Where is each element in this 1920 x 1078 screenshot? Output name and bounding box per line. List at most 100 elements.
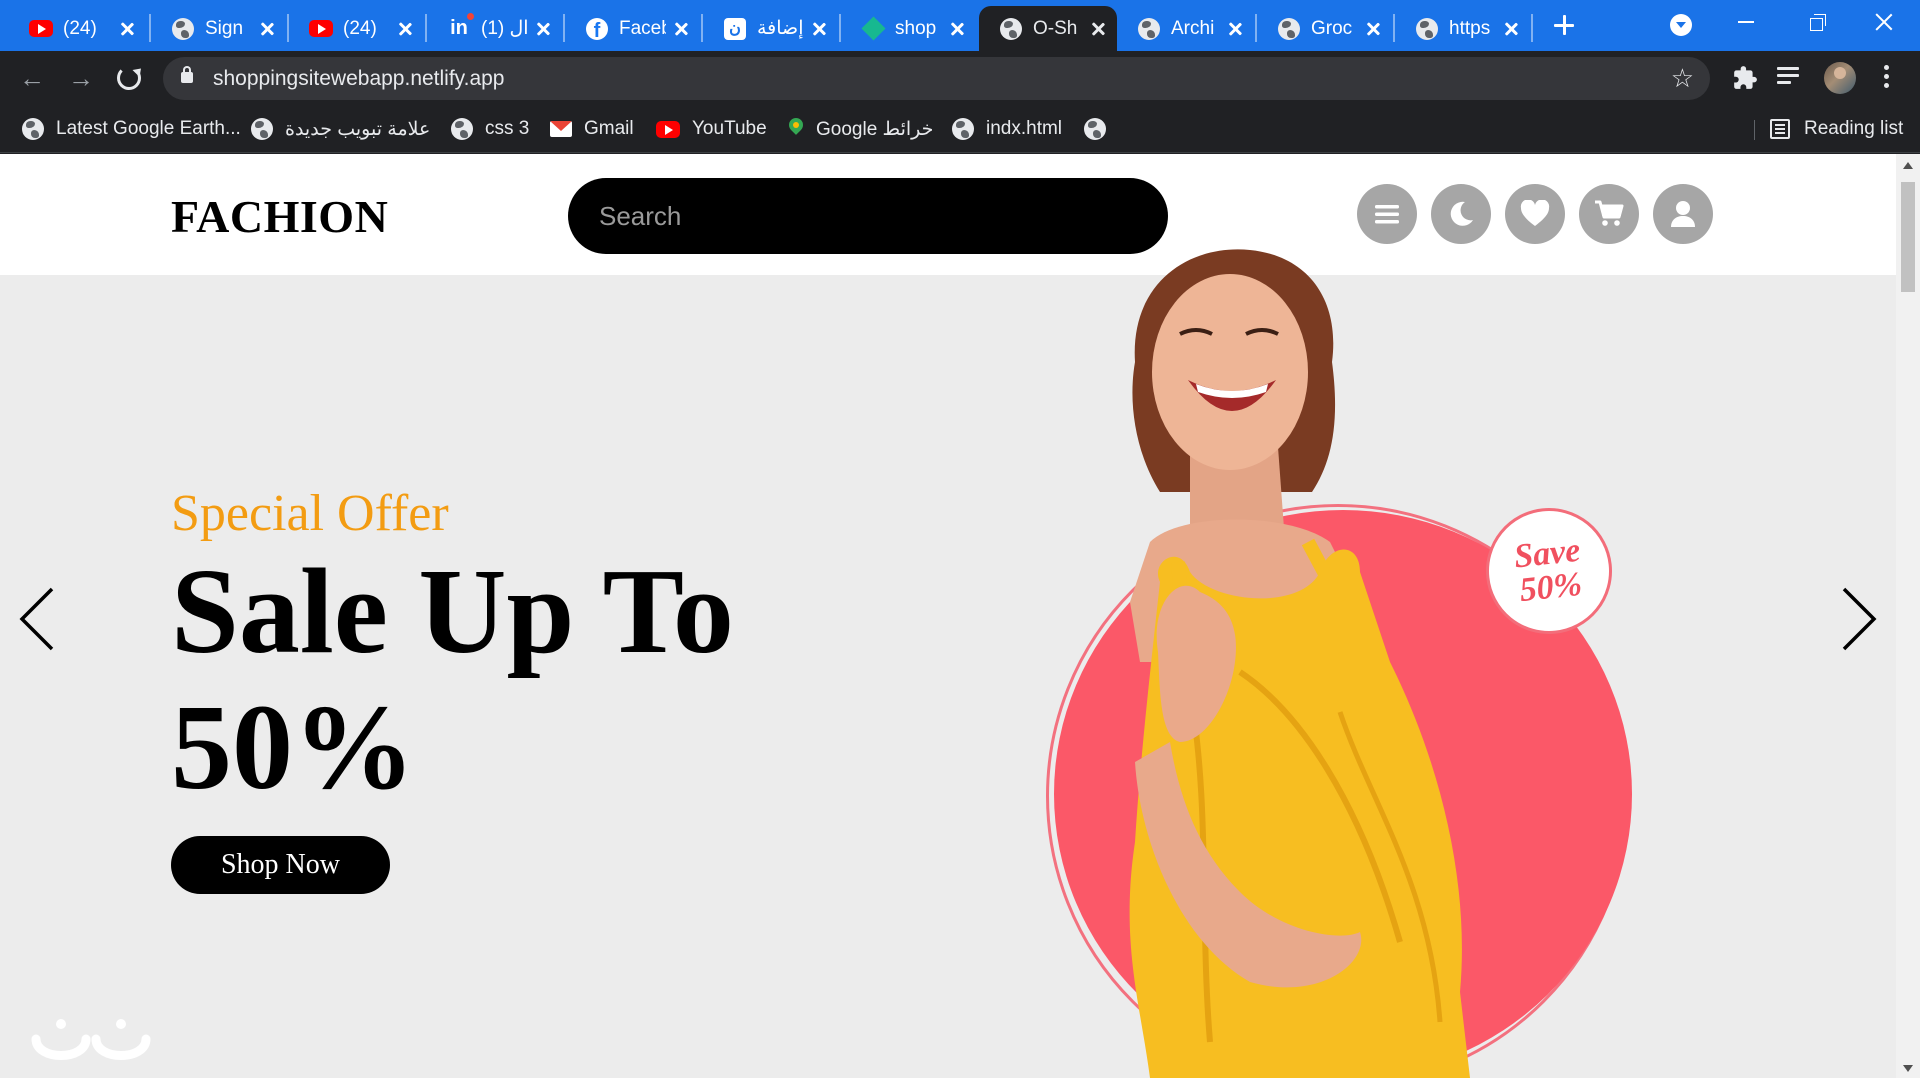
bookmark-item[interactable]: Gmail: [550, 115, 634, 143]
tab-title: إضافة: [757, 18, 804, 39]
scroll-down-icon[interactable]: [1903, 1065, 1913, 1072]
scrollbar-thumb[interactable]: [1901, 182, 1915, 292]
restore-icon[interactable]: [1810, 14, 1826, 31]
globe-icon: [171, 17, 195, 41]
tab-title: Sign: [205, 17, 244, 39]
bookmark-label: علامة تبويب جديدة: [285, 118, 431, 140]
close-tab-icon[interactable]: [1502, 20, 1520, 38]
bookmark-item[interactable]: [1084, 115, 1118, 143]
more-menu-icon[interactable]: [1884, 65, 1890, 91]
user-icon[interactable]: [1653, 184, 1713, 244]
close-tab-icon[interactable]: [672, 20, 690, 38]
globe-icon: [22, 118, 44, 140]
prev-slide-arrow-icon[interactable]: [12, 579, 62, 659]
tab-title: (1) ال: [481, 18, 528, 39]
hero-subtitle: Special Offer: [171, 485, 449, 542]
youtube-icon: [309, 17, 333, 41]
bookmark-item[interactable]: indx.html: [952, 115, 1062, 143]
media-control-icon[interactable]: [1777, 67, 1803, 89]
globe-icon: [1137, 17, 1161, 41]
menu-icon[interactable]: [1357, 184, 1417, 244]
window-close-icon[interactable]: [1874, 12, 1894, 32]
browser-tab[interactable]: ن إضافة: [703, 6, 838, 51]
close-tab-icon[interactable]: [534, 20, 552, 38]
globe-icon: [1084, 118, 1106, 140]
tab-title: Faceb: [619, 17, 666, 39]
close-tab-icon[interactable]: [118, 20, 136, 38]
next-slide-arrow-icon[interactable]: [1834, 579, 1884, 659]
browser-tab[interactable]: shop: [841, 6, 976, 51]
back-arrow-icon[interactable]: ←: [19, 65, 45, 92]
scroll-up-icon[interactable]: [1903, 162, 1913, 169]
hero-model-image: [1129, 249, 1470, 1078]
tab-title: (24): [343, 17, 377, 39]
bookmark-item[interactable]: Google خرائط: [788, 115, 933, 143]
save-badge-line2: 50%: [1517, 565, 1584, 610]
heart-icon[interactable]: [1505, 184, 1565, 244]
bookmark-label: YouTube: [692, 118, 767, 139]
globe-icon: [1415, 17, 1439, 41]
tab-title: O-Sh: [1033, 17, 1078, 39]
close-tab-icon[interactable]: [1089, 20, 1107, 38]
browser-tab[interactable]: (24): [289, 6, 424, 51]
tab-title: shop: [895, 17, 937, 39]
shop-now-button[interactable]: Shop Now: [171, 836, 390, 894]
globe-icon: [451, 118, 473, 140]
globe-icon: [1277, 17, 1301, 41]
tab-title: Groc: [1311, 17, 1353, 39]
new-tab-button[interactable]: [1550, 11, 1578, 39]
address-bar[interactable]: shoppingsitewebapp.netlify.app ☆: [163, 57, 1710, 100]
bookmark-item[interactable]: YouTube: [656, 115, 767, 143]
bookmark-label: Gmail: [584, 118, 634, 139]
bookmark-label: Google خرائط: [816, 118, 934, 140]
arabic-site-icon: ن: [723, 17, 747, 41]
bookmark-label: css 3: [485, 118, 530, 139]
tab-title: (24): [63, 17, 97, 39]
bookmark-item[interactable]: علامة تبويب جديدة: [251, 115, 430, 143]
close-tab-icon[interactable]: [258, 20, 276, 38]
gmail-icon: [550, 121, 572, 137]
browser-tab[interactable]: (24): [9, 6, 146, 51]
browser-tab[interactable]: in (1) ال: [427, 6, 562, 51]
reading-list-button[interactable]: Reading list: [1770, 115, 1903, 143]
youtube-icon: [29, 17, 53, 41]
browser-tab[interactable]: Archi: [1117, 6, 1254, 51]
youtube-icon: [656, 120, 680, 138]
bookmark-label: Latest Google Earth...: [56, 118, 241, 139]
browser-toolbar: ← → shoppingsitewebapp.netlify.app ☆: [0, 51, 1920, 106]
extensions-puzzle-icon[interactable]: [1732, 65, 1758, 91]
lock-icon[interactable]: [181, 66, 193, 83]
reload-icon[interactable]: [117, 66, 141, 90]
url-text[interactable]: shoppingsitewebapp.netlify.app: [213, 67, 505, 91]
tab-search-icon[interactable]: [1670, 14, 1692, 36]
bookmark-item[interactable]: Latest Google Earth...: [22, 115, 241, 143]
maps-icon: [788, 118, 804, 140]
browser-tab[interactable]: https: [1395, 6, 1530, 51]
diamond-icon: [860, 16, 886, 41]
tab-strip: (24) Sign (24) in (1) ال f Faceb ن إضافة…: [0, 0, 1920, 51]
moon-icon[interactable]: [1431, 184, 1491, 244]
close-tab-icon[interactable]: [396, 20, 414, 38]
close-tab-icon[interactable]: [810, 20, 828, 38]
tab-title: Archi: [1171, 17, 1215, 39]
minimize-icon[interactable]: [1738, 21, 1754, 23]
reading-list-icon: [1770, 119, 1790, 139]
page-scrollbar[interactable]: [1896, 154, 1920, 1078]
bookmark-item[interactable]: css 3: [451, 115, 529, 143]
close-tab-icon[interactable]: [1364, 20, 1382, 38]
site-header: FACHION: [0, 154, 1896, 275]
tab-title: https: [1449, 17, 1491, 39]
bookmark-star-icon[interactable]: ☆: [1671, 63, 1694, 93]
profile-avatar[interactable]: [1824, 62, 1856, 94]
browser-tab[interactable]: Groc: [1257, 6, 1392, 51]
cart-icon[interactable]: [1579, 184, 1639, 244]
browser-tab-active[interactable]: O-Sh: [979, 6, 1117, 51]
watermark-logo: [31, 1019, 151, 1060]
site-logo[interactable]: FACHION: [171, 190, 388, 243]
browser-tab[interactable]: f Faceb: [565, 6, 700, 51]
bookmark-divider: [1754, 120, 1755, 140]
browser-tab[interactable]: Sign: [151, 6, 286, 51]
close-tab-icon[interactable]: [948, 20, 966, 38]
forward-arrow-icon[interactable]: →: [68, 65, 94, 92]
close-tab-icon[interactable]: [1226, 20, 1244, 38]
